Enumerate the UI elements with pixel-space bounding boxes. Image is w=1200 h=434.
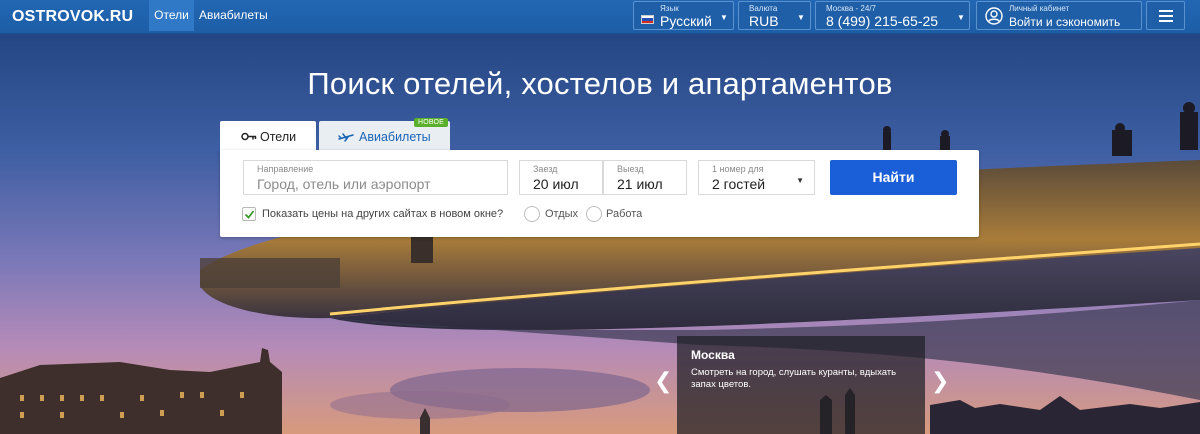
other-sites-label: Показать цены на других сайтах в новом о… bbox=[262, 208, 504, 220]
radio-leisure[interactable] bbox=[524, 206, 540, 222]
top-navbar: OSTROVOK.RU Отели Авиабилеты Язык Русски… bbox=[0, 0, 1200, 34]
nav-avia-link[interactable]: Авиабилеты bbox=[199, 0, 268, 31]
account-button[interactable]: Личный кабинет Войти и сэкономить bbox=[976, 1, 1142, 30]
checkin-caption: Заезд bbox=[533, 164, 558, 174]
other-sites-checkbox[interactable] bbox=[242, 207, 256, 221]
phone-selector[interactable]: Москва - 24/7 8 (499) 215-65-25 ▼ bbox=[815, 1, 970, 30]
checkin-value: 20 июл bbox=[533, 176, 579, 192]
chevron-left-icon[interactable]: ❮ bbox=[654, 368, 672, 394]
caret-down-icon: ▼ bbox=[796, 176, 804, 185]
caret-down-icon: ▼ bbox=[720, 13, 728, 22]
destination-input[interactable] bbox=[257, 176, 497, 192]
tab-avia-label: Авиабилеты bbox=[359, 130, 431, 144]
destination-title: Москва bbox=[691, 348, 735, 362]
checkmark-icon bbox=[244, 210, 255, 219]
language-value: Русский bbox=[660, 13, 712, 29]
destination-card[interactable]: Москва Смотреть на город, слушать курант… bbox=[677, 336, 925, 434]
currency-selector[interactable]: Валюта RUB ▼ bbox=[738, 1, 811, 30]
language-caption: Язык bbox=[660, 4, 679, 13]
tab-hotels-label: Отели bbox=[260, 130, 297, 144]
menu-button[interactable] bbox=[1146, 1, 1185, 30]
flag-icon bbox=[641, 15, 654, 24]
checkin-field[interactable]: Заезд 20 июл bbox=[519, 160, 603, 195]
search-panel: Направление Заезд 20 июл Выезд 21 июл 1 … bbox=[220, 150, 979, 237]
chevron-right-icon[interactable]: ❯ bbox=[931, 368, 949, 394]
radio-work[interactable] bbox=[586, 206, 602, 222]
logo[interactable]: OSTROVOK.RU bbox=[12, 8, 133, 26]
page-title: Поиск отелей, хостелов и апартаментов bbox=[307, 66, 893, 101]
nav-hotels-link[interactable]: Отели bbox=[149, 0, 194, 31]
currency-value: RUB bbox=[749, 13, 779, 29]
currency-caption: Валюта bbox=[749, 4, 778, 13]
phone-value: 8 (499) 215-65-25 bbox=[826, 13, 939, 29]
destination-description: Смотреть на город, слушать куранты, вдых… bbox=[691, 367, 897, 390]
guests-select[interactable]: 1 номер для 2 гостей ▼ bbox=[698, 160, 815, 195]
phone-caption: Москва - 24/7 bbox=[826, 4, 876, 13]
checkout-caption: Выезд bbox=[617, 164, 644, 174]
guests-value: 2 гостей bbox=[712, 176, 766, 192]
user-icon bbox=[985, 7, 1003, 25]
language-selector[interactable]: Язык Русский ▼ bbox=[633, 1, 734, 30]
destination-field[interactable]: Направление bbox=[243, 160, 508, 195]
caret-down-icon: ▼ bbox=[957, 13, 965, 22]
new-badge: НОВОЕ bbox=[414, 118, 449, 127]
checkout-value: 21 июл bbox=[617, 176, 663, 192]
destination-caption: Направление bbox=[257, 164, 314, 174]
find-button[interactable]: Найти bbox=[830, 160, 957, 195]
account-value: Войти и сэкономить bbox=[1009, 15, 1121, 29]
radio-work-label: Работа bbox=[606, 208, 643, 220]
guests-caption: 1 номер для bbox=[712, 164, 764, 174]
plane-icon bbox=[338, 133, 354, 142]
tab-hotels[interactable]: Отели bbox=[220, 121, 316, 151]
account-caption: Личный кабинет bbox=[1009, 4, 1070, 13]
radio-leisure-label: Отдых bbox=[545, 208, 579, 220]
caret-down-icon: ▼ bbox=[797, 13, 805, 22]
checkout-field[interactable]: Выезд 21 июл bbox=[603, 160, 687, 195]
key-icon bbox=[241, 132, 257, 141]
